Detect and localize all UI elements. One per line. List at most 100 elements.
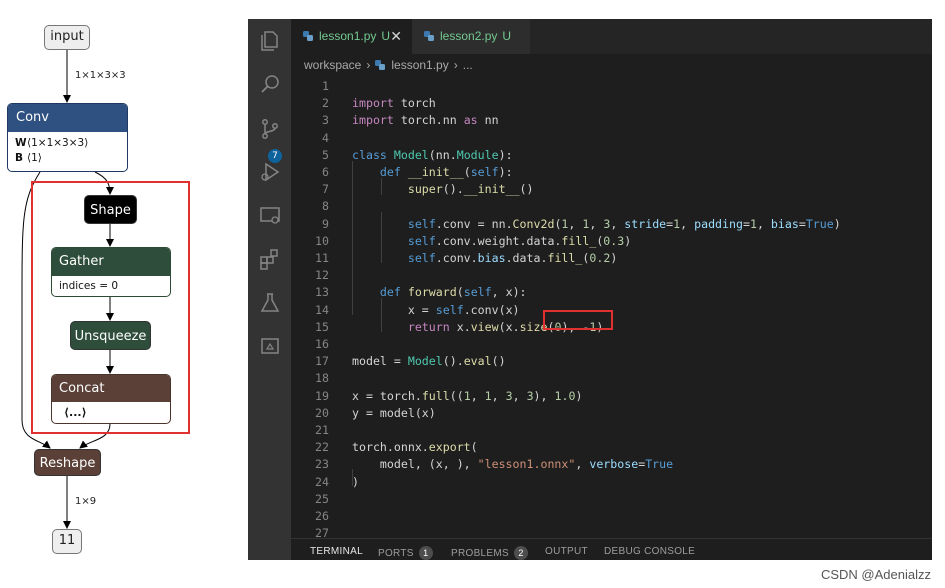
panel-tab-problems[interactable]: PROBLEMS 2 <box>451 546 528 560</box>
reshape-node[interactable]: Reshape <box>34 449 101 476</box>
code-text: def forward(self, x): <box>379 285 527 300</box>
code-text: x = self.conv(x) <box>352 302 520 317</box>
line-number: 5 <box>322 147 329 162</box>
line-number: 10 <box>315 233 329 248</box>
conv-weight-value: ⟨1×1×3×3⟩ <box>27 137 89 149</box>
tab-lesson2-status: U <box>502 29 512 43</box>
input-node-label: input <box>50 29 84 44</box>
breadcrumb-file[interactable]: lesson1.py <box>391 58 448 72</box>
conv-weight-attr: W⟨1×1×3×3⟩ <box>8 136 127 151</box>
conv-bias-attr: B ⟨1⟩ <box>8 151 127 166</box>
line-number: 23 <box>315 457 329 472</box>
panel-tab-label: TERMINAL <box>310 546 363 557</box>
line-number: 21 <box>315 423 329 437</box>
conv-bias-key: B <box>15 152 24 164</box>
highlight-box-size-call <box>543 310 613 330</box>
watermark: CSDN @Adenialzz <box>820 567 931 582</box>
breadcrumb-folder[interactable]: workspace <box>304 58 361 72</box>
line-number: 19 <box>315 388 329 403</box>
highlight-box-shape-subgraph <box>31 181 190 434</box>
panel-tab-label: OUTPUT <box>545 546 588 557</box>
reshape-node-label: Reshape <box>39 456 96 471</box>
line-number: 25 <box>315 491 329 506</box>
tab-close-icon[interactable]: ✕ <box>390 19 402 54</box>
code-text: ) <box>352 474 359 489</box>
code-text: model = Model().eval() <box>352 354 506 369</box>
line-number: 7 <box>322 182 329 197</box>
line-number: 12 <box>315 268 329 283</box>
line-number: 26 <box>315 509 329 523</box>
editor-tab-bar: lesson1.py U ✕ lesson2.py U <box>291 19 932 54</box>
breadcrumb-chevron-icon: › <box>366 58 371 72</box>
activity-bar: 7 <box>248 19 291 560</box>
code-editor[interactable]: 1 2 import torch 3 import torch.nn as nn 4 5 cl… <box>291 75 932 557</box>
tab-lesson1[interactable]: lesson1.py U ✕ <box>291 19 412 54</box>
code-text: model, (x, ), "lesson1.onnx", verbose=Tr… <box>352 457 674 472</box>
search-icon[interactable] <box>258 72 282 96</box>
line-number: 8 <box>322 199 329 214</box>
code-text: import torch <box>352 96 436 111</box>
code-text: def __init__(self): <box>379 165 513 179</box>
panel-tab-ports[interactable]: PORTS 1 <box>378 546 433 560</box>
code-text: self.conv = nn.Conv2d(1, 1, 3, stride=1,… <box>407 216 841 231</box>
line-number: 2 <box>322 96 329 111</box>
line-number: 9 <box>322 216 329 231</box>
line-number: 16 <box>315 337 329 351</box>
code-text: self.conv.bias.data.fill_(0.2) <box>407 251 618 265</box>
code-text: super().__init__() <box>407 182 534 197</box>
line-number: 22 <box>315 440 329 455</box>
panel-view-icon[interactable] <box>258 334 282 358</box>
onnx-graph-view: input 1×1×3×3 Conv W⟨1×1×3×3⟩ B ⟨1⟩ Shape… <box>0 0 248 588</box>
panel-tab-bar: TERMINAL PORTS 1 PROBLEMS 2 OUTPUT DEBUG CONSO… <box>291 538 932 560</box>
code-text: import torch.nn as nn <box>352 113 499 128</box>
line-number: 15 <box>315 319 329 334</box>
input-node[interactable]: input <box>44 25 90 50</box>
output-node[interactable]: 11 <box>52 529 82 554</box>
panel-tab-badge: 2 <box>513 546 528 560</box>
line-number: 20 <box>315 405 329 420</box>
testing-flask-icon[interactable] <box>258 291 282 315</box>
run-debug-icon[interactable] <box>258 160 282 184</box>
tab-lesson1-label: lesson1.py <box>319 29 377 43</box>
panel-tab-label: PORTS <box>378 548 414 559</box>
python-file-icon <box>375 60 386 70</box>
tab-lesson2-label: lesson2.py <box>440 29 498 43</box>
code-text: torch.onnx.export( <box>352 440 478 455</box>
tab-lesson1-status: U <box>381 29 391 43</box>
code-text: x = torch.full((1, 1, 3, 3), 1.0) <box>352 388 583 403</box>
line-number: 1 <box>322 79 329 93</box>
breadcrumb-symbol[interactable]: ... <box>463 58 473 72</box>
output-node-label: 11 <box>58 533 76 548</box>
line-number: 13 <box>315 285 329 300</box>
panel-tab-debug-console[interactable]: DEBUG CONSOLE <box>604 546 695 557</box>
explorer-icon[interactable] <box>258 29 282 53</box>
line-number: 11 <box>315 251 329 265</box>
line-number: 4 <box>322 130 329 145</box>
source-control-icon[interactable] <box>258 117 282 141</box>
conv-node-title: Conv <box>8 104 127 132</box>
conv-bias-value: ⟨1⟩ <box>27 152 42 164</box>
line-number: 14 <box>315 302 329 317</box>
code-text: self.conv.weight.data.fill_(0.3) <box>407 233 632 248</box>
tab-lesson2[interactable]: lesson2.py U <box>412 19 530 54</box>
python-file-icon <box>424 31 434 41</box>
code-text: class Model(nn.Module): <box>352 147 513 162</box>
output-shape-label: 1×9 <box>75 496 97 507</box>
line-number: 17 <box>315 354 329 369</box>
panel-tab-label: PROBLEMS <box>451 548 509 559</box>
panel-tab-label: DEBUG CONSOLE <box>604 546 696 557</box>
vscode-window: 7 lesson1.py U ✕ lesson2.py U workspace … <box>248 19 932 560</box>
python-file-icon <box>303 31 313 41</box>
input-shape-label: 1×1×3×3 <box>75 70 126 81</box>
remote-explorer-icon[interactable] <box>258 204 282 228</box>
line-number: 18 <box>315 371 329 386</box>
breadcrumb: workspace › lesson1.py ›... <box>304 54 473 76</box>
conv-node[interactable]: Conv W⟨1×1×3×3⟩ B ⟨1⟩ <box>7 103 128 172</box>
line-number: 3 <box>322 113 329 128</box>
extensions-icon[interactable] <box>258 247 282 271</box>
line-number: 24 <box>315 474 329 489</box>
panel-tab-terminal[interactable]: TERMINAL <box>310 546 363 557</box>
panel-tab-badge: 1 <box>418 546 433 560</box>
code-text: y = model(x) <box>352 405 436 420</box>
panel-tab-output[interactable]: OUTPUT <box>545 546 588 557</box>
